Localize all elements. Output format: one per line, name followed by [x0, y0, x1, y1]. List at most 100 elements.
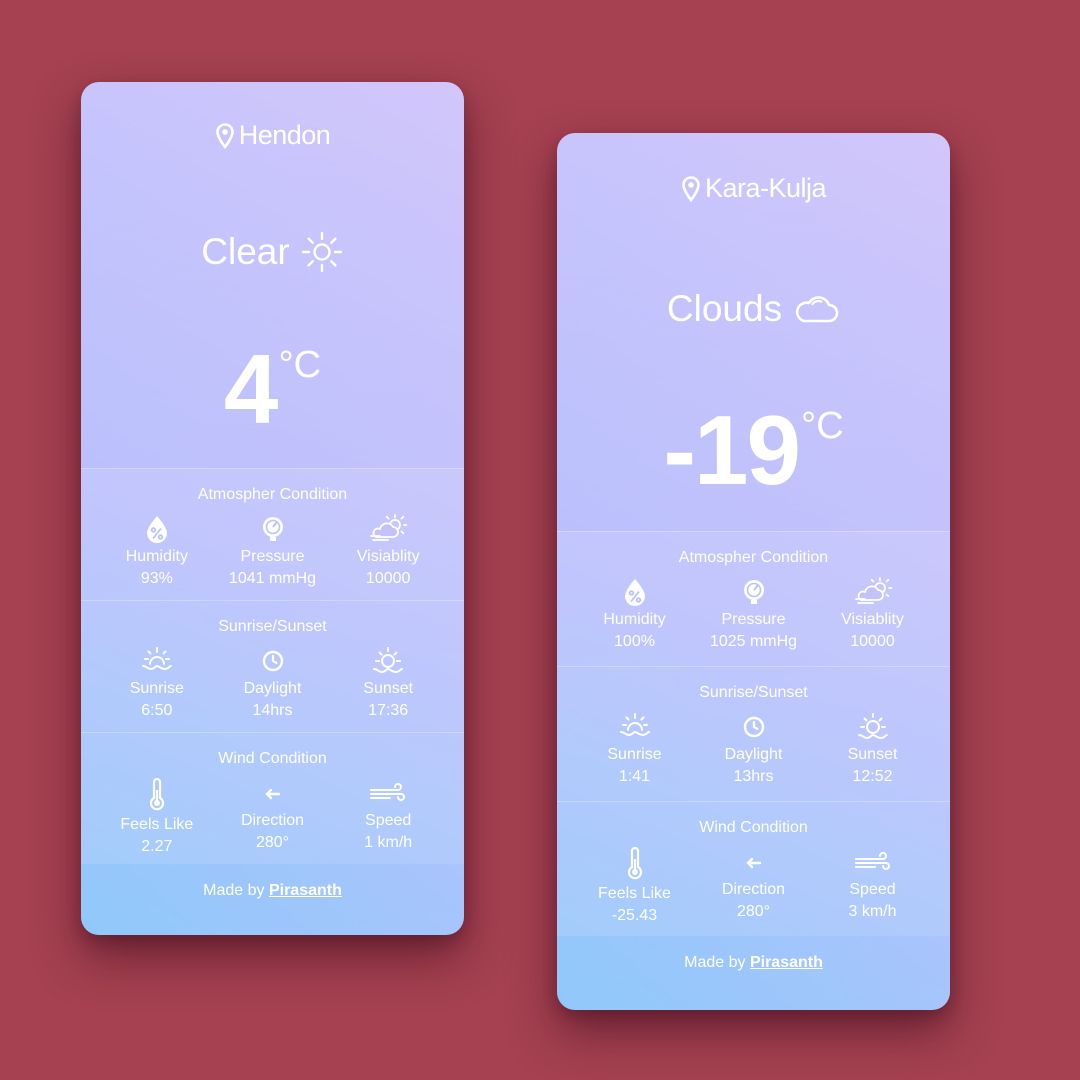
speed-value: 3 km/h [848, 903, 897, 920]
location-pin-icon [215, 122, 234, 149]
wind-section: Wind Condition Feels Like -25.43 Directi… [557, 801, 950, 936]
humidity-item: Humidity 93% [99, 514, 215, 590]
direction-label: Direction [721, 881, 786, 898]
humidity-value: 100% [614, 633, 655, 650]
feels-like-value: 2.27 [141, 838, 173, 855]
atmosphere-section: Atmospher Condition Humidity 100% Pressu… [557, 531, 950, 666]
temperature-value: 4 [223, 334, 278, 444]
humidity-icon [624, 579, 645, 606]
daylight-value: 14hrs [252, 702, 293, 719]
temperature-value: -19 [663, 395, 801, 505]
daylight-label: Daylight [724, 746, 783, 763]
visibility-icon [370, 514, 408, 541]
visibility-item: Visiablity 10000 [813, 577, 932, 653]
current-weather: Kara-Kulja Clouds -19 °C [557, 133, 950, 531]
section-title: Wind Condition [699, 819, 808, 836]
pressure-label: Pressure [721, 611, 786, 628]
section-title: Sunrise/Sunset [218, 618, 327, 635]
sunrise-item: Sunrise 1:41 [575, 712, 694, 788]
visibility-icon [854, 577, 892, 604]
section-title: Atmospher Condition [678, 549, 829, 566]
arrow-left-icon [264, 788, 280, 800]
daylight-item: Daylight 14hrs [215, 646, 331, 722]
sunset-value: 17:36 [368, 702, 409, 719]
clock-icon [743, 716, 764, 738]
pressure-item: Pressure 1041 mmHg [215, 514, 331, 590]
footer: Made by Pirasanth [81, 864, 464, 935]
sunset-item: Sunset 12:52 [813, 712, 932, 788]
sunrise-icon [141, 647, 172, 671]
humidity-value: 93% [140, 570, 173, 587]
pressure-value: 1025 mmHg [709, 633, 798, 650]
temperature: 4 °C [81, 340, 464, 438]
direction-value: 280° [255, 834, 290, 851]
speed-label: Speed [365, 812, 412, 829]
sunrise-icon [619, 713, 650, 737]
sunrise-value: 6:50 [141, 702, 173, 719]
location: Kara-Kulja [557, 173, 950, 204]
speed-label: Speed [849, 881, 896, 898]
sun-icon [301, 231, 342, 273]
location-name: Kara-Kulja [704, 173, 827, 203]
location-name: Hendon [238, 120, 331, 150]
author-link[interactable]: Pirasanth [750, 954, 823, 971]
weather-card-kara-kulja: Kara-Kulja Clouds -19 °C Atmospher Condi… [557, 133, 950, 1010]
footer-prefix: Made by [684, 954, 746, 971]
wind-section: Wind Condition Feels Like 2.27 Direction… [81, 732, 464, 864]
arrow-left-icon [745, 857, 761, 869]
weather-card-hendon: Hendon Clear 4 °C Atmospher Condition Hu… [81, 82, 464, 935]
clock-icon [262, 650, 283, 672]
speed-value: 1 km/h [364, 834, 413, 851]
sunset-value: 12:52 [852, 768, 893, 785]
daylight-item: Daylight 13hrs [694, 712, 813, 788]
footer-prefix: Made by [203, 882, 265, 899]
condition-label: Clear [201, 231, 290, 272]
pressure-gauge-icon [262, 517, 283, 541]
feels-like-label: Feels Like [120, 816, 194, 833]
direction-value: 280° [736, 903, 771, 920]
sunset-item: Sunset 17:36 [330, 646, 446, 722]
thermometer-icon [149, 778, 164, 811]
pressure-item: Pressure 1025 mmHg [694, 577, 813, 653]
visibility-item: Visiablity 10000 [330, 514, 446, 590]
feels-like-item: Feels Like 2.27 [99, 778, 215, 858]
location: Hendon [81, 120, 464, 151]
section-title: Atmospher Condition [197, 486, 348, 503]
feels-like-value: -25.43 [611, 907, 658, 924]
humidity-label: Humidity [125, 548, 188, 565]
speed-item: Speed 3 km/h [813, 847, 932, 927]
author-link[interactable]: Pirasanth [269, 882, 342, 899]
section-title: Wind Condition [218, 750, 327, 767]
feels-like-item: Feels Like -25.43 [575, 847, 694, 927]
wind-icon [854, 852, 890, 870]
section-title: Sunrise/Sunset [699, 684, 808, 701]
pressure-label: Pressure [240, 548, 305, 565]
sun-section: Sunrise/Sunset Sunrise 6:50 Daylight 14h… [81, 600, 464, 732]
visibility-value: 10000 [365, 570, 411, 587]
visibility-label: Visiablity [356, 548, 420, 565]
location-pin-icon [682, 175, 700, 202]
weather-condition: Clear [81, 230, 464, 274]
visibility-label: Visiablity [841, 611, 904, 628]
sun-section: Sunrise/Sunset Sunrise 1:41 Daylight 13h… [557, 666, 950, 801]
pressure-gauge-icon [743, 580, 764, 604]
temperature: -19 °C [557, 401, 950, 499]
visibility-value: 10000 [850, 633, 895, 650]
sunset-label: Sunset [847, 746, 898, 763]
humidity-icon [146, 516, 167, 543]
direction-item: Direction 280° [694, 847, 813, 927]
sunset-icon [373, 647, 404, 674]
sunrise-label: Sunrise [607, 746, 662, 763]
pressure-value: 1041 mmHg [228, 570, 317, 587]
current-weather: Hendon Clear 4 °C [81, 82, 464, 468]
thermometer-icon [627, 847, 642, 880]
sunrise-label: Sunrise [129, 680, 184, 697]
speed-item: Speed 1 km/h [330, 778, 446, 858]
weather-condition: Clouds [557, 288, 950, 330]
atmosphere-section: Atmospher Condition Humidity 93% Pressur… [81, 468, 464, 600]
sunset-label: Sunset [363, 680, 414, 697]
condition-label: Clouds [666, 288, 783, 329]
cloud-icon [795, 296, 839, 323]
humidity-item: Humidity 100% [575, 577, 694, 653]
daylight-value: 13hrs [733, 768, 774, 785]
